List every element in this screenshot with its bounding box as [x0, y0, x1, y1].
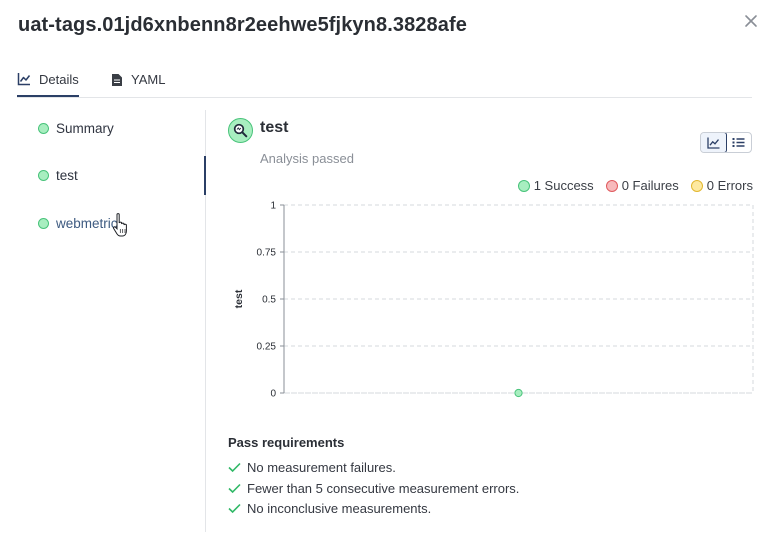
- sidebar-item-label: webmetric: [56, 215, 118, 231]
- sidebar-item-test[interactable]: test: [38, 165, 78, 185]
- page-title: uat-tags.01jd6xnbenn8r2eehwe5fjkyn8.3828…: [18, 14, 467, 36]
- sidebar: Summary test webmetric: [17, 110, 206, 532]
- sidebar-item-label: test: [56, 167, 78, 183]
- sidebar-item-summary[interactable]: Summary: [38, 118, 114, 138]
- analysis-status-text: Analysis passed: [260, 151, 354, 166]
- tab-yaml-label: YAML: [131, 72, 166, 87]
- chart-y-axis-label: test: [233, 289, 245, 308]
- tab-bar: Details YAML: [17, 63, 752, 98]
- legend-success: 1 Success: [517, 178, 594, 193]
- legend-errors-label: 0 Errors: [706, 178, 753, 193]
- requirement-text: No measurement failures.: [247, 460, 396, 475]
- view-toggle: [700, 132, 752, 153]
- list-icon: [732, 138, 745, 147]
- tab-details-label: Details: [39, 71, 79, 87]
- check-icon: [228, 462, 241, 473]
- check-icon: [228, 483, 241, 494]
- chart-view-button[interactable]: [701, 133, 727, 152]
- legend-failures: 0 Failures: [605, 178, 679, 193]
- status-dot-success-icon: [38, 169, 49, 181]
- sidebar-item-label: Summary: [56, 120, 114, 136]
- chart-y-tick-label: 1: [270, 201, 276, 212]
- requirement-text: Fewer than 5 consecutive measurement err…: [247, 481, 520, 496]
- analysis-name: test: [260, 119, 289, 136]
- close-icon[interactable]: [742, 12, 760, 30]
- status-dot-success-icon: [38, 122, 49, 134]
- sidebar-active-indicator: [204, 156, 206, 195]
- magnify-analysis-icon: [228, 118, 253, 143]
- error-swatch-icon: [690, 179, 703, 192]
- requirement-item: No inconclusive measurements.: [228, 501, 431, 516]
- file-icon: [112, 73, 122, 86]
- chart-legend: 1 Success 0 Failures 0 Errors: [517, 178, 753, 193]
- pass-requirements-title: Pass requirements: [228, 435, 345, 450]
- chart-y-tick-label: 0: [270, 389, 276, 400]
- tab-yaml[interactable]: YAML: [111, 63, 165, 96]
- list-view-button[interactable]: [727, 133, 752, 152]
- requirement-text: No inconclusive measurements.: [247, 501, 432, 516]
- requirement-item: No measurement failures.: [228, 460, 396, 475]
- success-swatch-icon: [517, 179, 530, 192]
- status-dot-success-icon: [38, 217, 49, 229]
- requirement-item: Fewer than 5 consecutive measurement err…: [228, 481, 519, 496]
- sidebar-item-webmetric[interactable]: webmetric: [38, 213, 118, 233]
- legend-success-label: 1 Success: [533, 178, 594, 193]
- chart-data-point: [514, 388, 523, 398]
- chart-y-tick-label: 0.25: [257, 342, 277, 353]
- legend-errors: 0 Errors: [690, 178, 753, 193]
- chart-y-tick-label: 0.5: [262, 295, 276, 306]
- line-chart-icon: [17, 73, 31, 86]
- hand-pointer-cursor-icon: [112, 213, 127, 237]
- failure-swatch-icon: [605, 179, 618, 192]
- check-icon: [228, 503, 241, 514]
- legend-failures-label: 0 Failures: [621, 178, 679, 193]
- tab-details[interactable]: Details: [17, 63, 79, 97]
- line-chart-icon: [707, 137, 720, 149]
- measurement-chart: 0 0.25 0.5 0.75 1 test: [233, 201, 754, 400]
- chart-y-tick-label: 0.75: [257, 248, 277, 259]
